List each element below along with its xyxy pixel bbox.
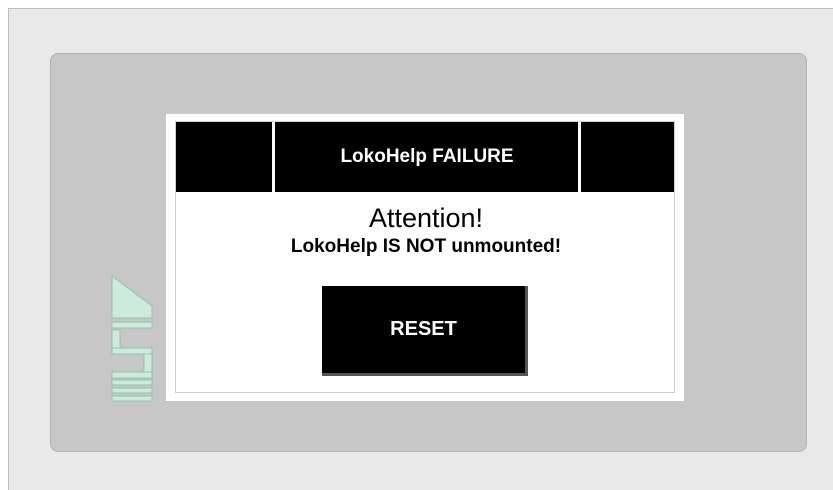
attention-heading: Attention! — [368, 203, 484, 233]
failure-message: LokoHelp IS NOT unmounted! — [290, 236, 562, 257]
dialog-title: LokoHelp FAILURE — [340, 146, 514, 167]
hmi-screen: LokoHelp FAILURE Attention! LokoHelp IS … — [166, 114, 684, 401]
reset-button[interactable]: RESET — [322, 286, 528, 376]
alert-dialog: LokoHelp FAILURE Attention! LokoHelp IS … — [175, 121, 675, 393]
title-divider-left — [272, 122, 275, 192]
dialog-title-bar: LokoHelp FAILURE — [176, 122, 674, 192]
title-divider-right — [578, 122, 581, 192]
esa-logo-icon — [111, 275, 153, 402]
